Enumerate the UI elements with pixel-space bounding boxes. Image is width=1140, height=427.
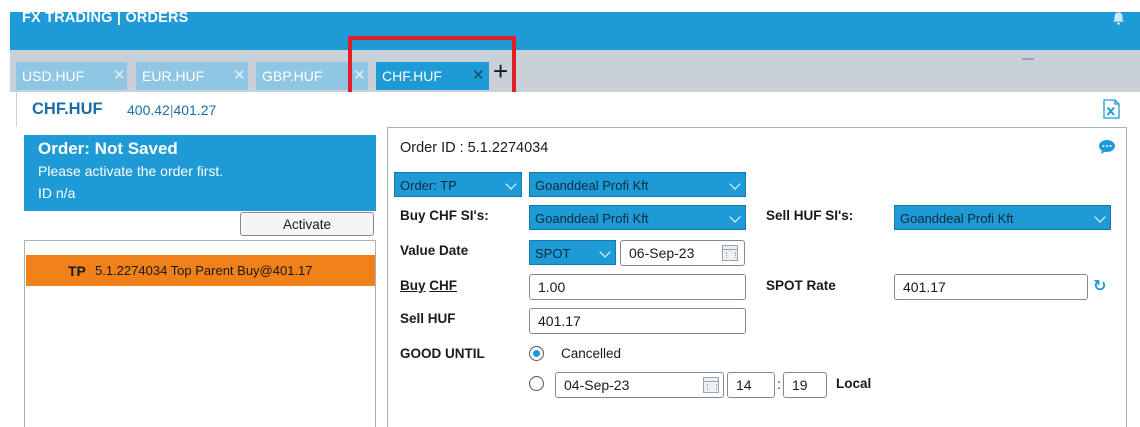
currency-pair: CHF.HUF xyxy=(32,100,103,118)
order-tag: TP xyxy=(68,263,86,279)
good-until-hour-input[interactable] xyxy=(727,372,775,398)
restore-icon[interactable] xyxy=(1022,58,1034,62)
order-id: Order ID : 5.1.2274034 xyxy=(400,140,549,156)
buy-ssi-value: Goanddeal Profi Kft xyxy=(535,211,649,226)
buy-ssi-select[interactable]: Goanddeal Profi Kft xyxy=(529,205,746,230)
order-status-id: ID n/a xyxy=(38,185,76,201)
good-until-date-input[interactable] xyxy=(555,372,724,398)
chat-icon[interactable] xyxy=(1098,139,1116,155)
value-date-label: Value Date xyxy=(400,243,469,258)
sell-amount-label: Sell HUF xyxy=(400,311,456,326)
tab-label: EUR.HUF xyxy=(142,68,205,84)
excel-export-icon[interactable] xyxy=(1103,99,1120,119)
refresh-icon[interactable]: ↻ xyxy=(1093,276,1106,296)
local-time-label: Local xyxy=(836,376,872,391)
value-date-type-value: SPOT xyxy=(535,246,571,261)
ask-rate: 401.27 xyxy=(173,102,217,118)
tab-usd-huf[interactable]: USD.HUF ✕ xyxy=(16,62,127,90)
buy-label: Buy xyxy=(400,278,426,293)
calendar-icon[interactable] xyxy=(722,245,738,261)
tab-label: USD.HUF xyxy=(22,68,85,84)
buy-amount-label: Buy CHF xyxy=(400,278,457,293)
sell-ssi-value: Goanddeal Profi Kft xyxy=(900,211,1014,226)
spot-rate-label: SPOT Rate xyxy=(766,278,836,293)
tab-label: GBP.HUF xyxy=(262,68,323,84)
good-until-cancelled-radio[interactable] xyxy=(529,346,544,361)
good-until-label: GOOD UNTIL xyxy=(400,346,485,361)
sell-ssi-select[interactable]: Goanddeal Profi Kft xyxy=(894,205,1111,230)
buy-amount-input[interactable] xyxy=(529,274,746,300)
order-status-message: Please activate the order first. xyxy=(38,163,224,179)
order-status-title: Order: Not Saved xyxy=(38,139,178,158)
counterparty-select[interactable]: Goanddeal Profi Kft xyxy=(529,172,746,197)
close-icon[interactable]: ✕ xyxy=(113,66,126,84)
chevron-down-icon xyxy=(1094,211,1106,223)
spot-rate-input[interactable] xyxy=(894,274,1088,300)
value-date-type-select[interactable]: SPOT xyxy=(529,240,616,265)
app-title: FX TRADING | ORDERS xyxy=(22,10,189,26)
good-until-minute-input[interactable] xyxy=(783,372,827,398)
chevron-down-icon xyxy=(505,178,517,190)
activate-button[interactable]: Activate xyxy=(240,212,374,236)
sell-ssi-label: Sell HUF SI's: xyxy=(766,208,854,223)
buy-ssi-label: Buy CHF SI's: xyxy=(400,208,489,223)
calendar-icon[interactable] xyxy=(703,377,719,393)
sell-amount-input[interactable] xyxy=(529,308,746,334)
time-separator: : xyxy=(777,376,781,392)
chevron-down-icon xyxy=(729,211,741,223)
good-until-date-radio[interactable] xyxy=(529,376,544,391)
close-icon[interactable]: ✕ xyxy=(233,66,246,84)
order-description: 5.1.2274034 Top Parent Buy@401.17 xyxy=(95,263,313,278)
chevron-down-icon xyxy=(599,246,611,258)
order-type-value: Order: TP xyxy=(400,178,457,193)
bid-ask-rates: 400.42|401.27 xyxy=(127,102,217,118)
tab-eur-huf[interactable]: EUR.HUF ✕ xyxy=(136,62,248,90)
counterparty-value: Goanddeal Profi Kft xyxy=(535,178,649,193)
order-type-select[interactable]: Order: TP xyxy=(394,172,522,197)
chevron-down-icon xyxy=(729,178,741,190)
cancelled-label: Cancelled xyxy=(561,346,622,361)
buy-currency-link[interactable]: CHF xyxy=(429,278,457,293)
bell-icon[interactable] xyxy=(1111,11,1126,26)
bid-rate: 400.42 xyxy=(127,102,170,118)
